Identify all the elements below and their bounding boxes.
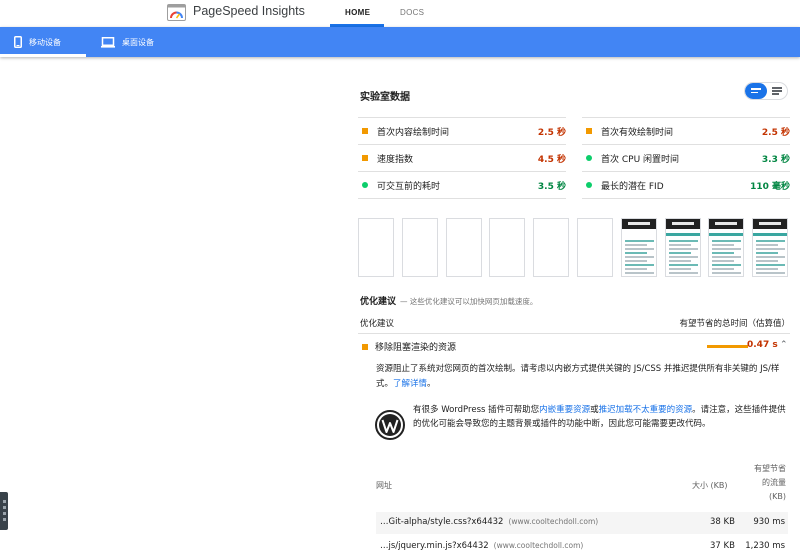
filmstrip-frame	[577, 218, 613, 277]
view-toggle[interactable]	[744, 82, 788, 100]
metric-speed-index: 速度指数 4.5 秒	[358, 145, 566, 172]
resource-url[interactable]: …Git-alpha/style.css?x64432 (www.cooltech…	[380, 517, 598, 527]
opportunity-column-label: 优化建议	[360, 319, 395, 329]
filmstrip-frame	[665, 218, 701, 277]
device-tab-bar: 移动设备 桌面设备	[0, 27, 800, 57]
size-column-header: 大小 (KB)	[692, 481, 728, 490]
opportunities-column-header: 优化建议 有望节省的总时间（估算值）	[358, 314, 790, 334]
wordpress-tip: 有很多 WordPress 插件可帮助您内嵌重要资源或推迟加载不太重要的资源。请…	[375, 403, 788, 449]
inline-critical-resources-link[interactable]: 内嵌重要资源	[539, 405, 590, 415]
metric-name: 最长的潜在 FID	[601, 181, 664, 192]
green-circle-icon	[586, 155, 592, 161]
tab-docs[interactable]: DOCS	[400, 8, 424, 17]
savings-header-line: (KB)	[769, 492, 786, 501]
green-circle-icon	[362, 182, 368, 188]
defer-noncritical-resources-link[interactable]: 推迟加载不太重要的资源	[599, 405, 693, 415]
chevron-up-icon[interactable]: ⌃	[780, 340, 788, 350]
lab-data-title: 实验室数据	[360, 92, 410, 103]
opportunities-subtitle: — 这些优化建议可以加快网页加载速度。	[400, 297, 538, 306]
orange-square-icon	[362, 128, 368, 134]
filmstrip-frame	[752, 218, 788, 277]
audit-savings: 0.47 s	[747, 340, 778, 350]
audit-render-blocking-resources[interactable]: 移除阻塞渲染的资源 0.47 s ⌃	[358, 336, 790, 358]
top-header: PageSpeed Insights HOME DOCS	[0, 0, 800, 27]
metric-name: 首次内容绘制时间	[377, 127, 450, 138]
orange-square-icon	[362, 344, 368, 350]
wordpress-tip-text: 有很多 WordPress 插件可帮助您内嵌重要资源或推迟加载不太重要的资源。请…	[413, 403, 789, 431]
resource-domain: (www.cooltechdoll.com)	[493, 541, 584, 550]
orange-square-icon	[586, 128, 592, 134]
wordpress-logo-icon	[375, 410, 405, 440]
savings-header-line: 的流量	[762, 478, 786, 487]
mobile-phone-icon	[14, 36, 22, 48]
green-circle-icon	[586, 182, 592, 188]
tab-desktop[interactable]: 桌面设备	[101, 27, 154, 57]
expanded-list-icon	[772, 87, 782, 96]
savings-column-header: 有望节省 的流量 (KB)	[754, 462, 786, 504]
metric-fmp: 首次有效绘制时间 2.5 秒	[582, 117, 790, 145]
audit-description: 资源阻止了系统对您网页的首次绘制。请考虑以内嵌方式提供关键的 JS/CSS 并推…	[376, 364, 780, 389]
metric-first-cpu-idle: 首次 CPU 闲置时间 3.3 秒	[582, 145, 790, 172]
wp-text-part: 或	[590, 405, 599, 415]
orange-square-icon	[362, 155, 368, 161]
filmstrip-frame	[489, 218, 525, 277]
audit-description-text: 资源阻止了系统对您网页的首次绘制。请考虑以内嵌方式提供关键的 JS/CSS 并推…	[376, 364, 780, 389]
brand-title[interactable]: PageSpeed Insights	[193, 4, 305, 18]
resource-url-path: …Git-alpha/style.css?x64432	[380, 517, 504, 527]
opportunities-header: 优化建议 — 这些优化建议可以加快网页加载速度。	[360, 294, 537, 307]
metric-fcp: 首次内容绘制时间 2.5 秒	[358, 117, 566, 145]
resource-savings: 930 ms	[753, 517, 785, 527]
metric-name: 首次 CPU 闲置时间	[601, 154, 680, 165]
filmstrip-frame	[402, 218, 438, 277]
metric-max-fid: 最长的潜在 FID 110 毫秒	[582, 172, 790, 199]
resource-table-header: 网址 大小 (KB) 有望节省 的流量 (KB)	[376, 462, 788, 508]
tab-desktop-label: 桌面设备	[122, 37, 154, 47]
metric-value: 3.3 秒	[761, 154, 790, 165]
resource-size: 37 KB	[710, 541, 735, 551]
tab-home[interactable]: HOME	[345, 8, 370, 17]
resource-size: 38 KB	[710, 517, 735, 527]
resource-savings: 1,230 ms	[745, 541, 785, 551]
tab-mobile[interactable]: 移动设备	[14, 27, 61, 57]
savings-bar	[707, 345, 748, 348]
desktop-monitor-icon	[101, 36, 115, 48]
table-row[interactable]: …js/jquery.min.js?x64432 (www.cooltechdol…	[376, 536, 788, 558]
audit-title: 移除阻塞渲染的资源	[375, 343, 457, 353]
device-tab-indicator	[0, 54, 86, 57]
learn-more-link[interactable]: 了解详情	[393, 379, 427, 389]
metric-value: 2.5 秒	[761, 127, 790, 138]
metric-name: 首次有效绘制时间	[601, 127, 674, 138]
metric-value: 4.5 秒	[537, 154, 566, 165]
filmstrip-frame	[533, 218, 569, 277]
table-row[interactable]: …Git-alpha/style.css?x64432 (www.cooltech…	[376, 512, 788, 534]
metric-value: 3.5 秒	[537, 181, 566, 192]
metric-name: 速度指数	[377, 154, 414, 165]
filmstrip-frame	[446, 218, 482, 277]
metric-name: 可交互前的耗时	[377, 181, 441, 192]
tab-mobile-label: 移动设备	[29, 37, 61, 47]
filmstrip-frame	[621, 218, 657, 277]
estimated-savings-column-label: 有望节省的总时间（估算值）	[679, 319, 790, 329]
metric-tti: 可交互前的耗时 3.5 秒	[358, 172, 566, 199]
filmstrip-frame	[708, 218, 744, 277]
wp-text-part: 有很多 WordPress 插件可帮助您	[413, 405, 540, 415]
opportunities-title: 优化建议	[360, 297, 397, 307]
resource-domain: (www.cooltechdoll.com)	[508, 517, 599, 526]
filmstrip	[358, 218, 790, 278]
compact-list-icon	[751, 88, 761, 95]
resource-url[interactable]: …js/jquery.min.js?x64432 (www.cooltechdol…	[380, 541, 583, 551]
filmstrip-frame	[358, 218, 394, 277]
savings-header-line: 有望节省	[754, 464, 786, 473]
pagespeed-logo-icon[interactable]	[167, 4, 186, 21]
metric-value: 2.5 秒	[537, 127, 566, 138]
resource-url-path: …js/jquery.min.js?x64432	[380, 541, 489, 551]
metric-value: 110 毫秒	[750, 181, 790, 192]
side-widget[interactable]	[0, 492, 8, 530]
url-column-header: 网址	[376, 481, 392, 490]
